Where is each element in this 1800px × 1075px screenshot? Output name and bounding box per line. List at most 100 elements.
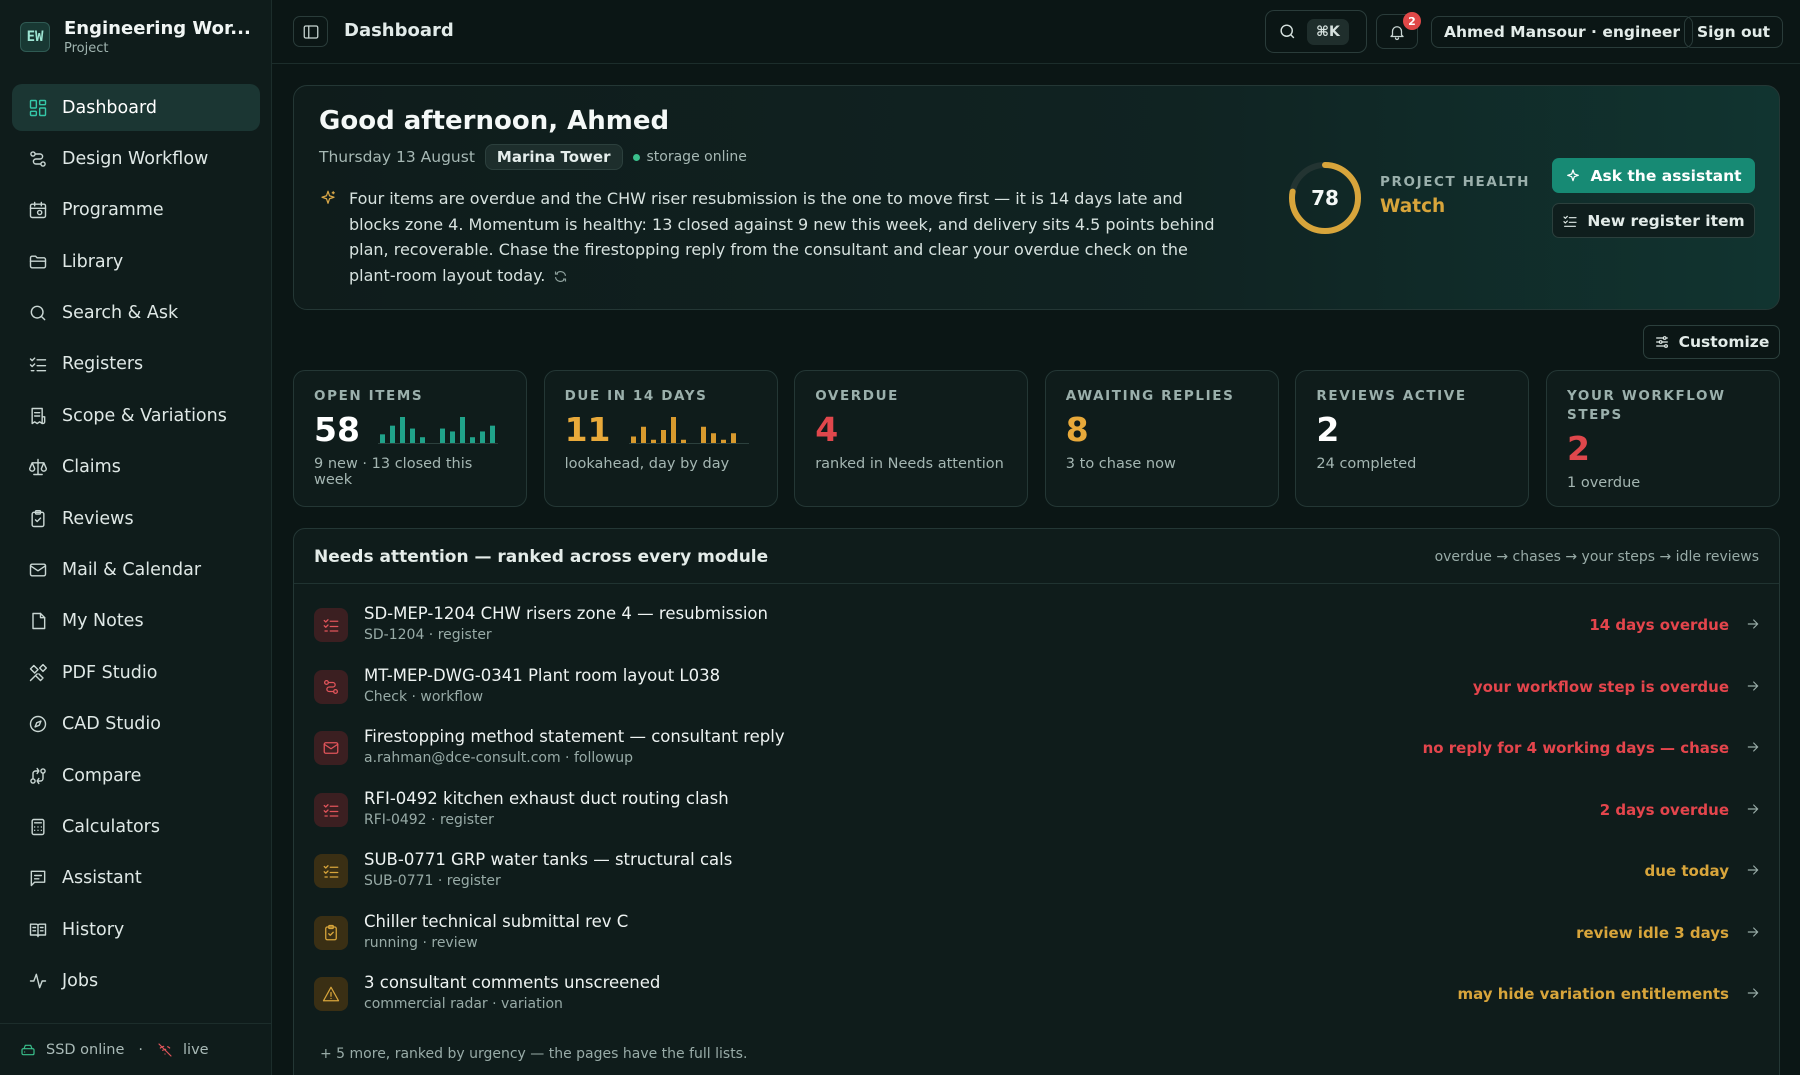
arrow-right-icon[interactable] [1745,924,1761,940]
sign-out-button[interactable]: Sign out [1684,16,1784,48]
sidebar-item-jobs[interactable]: Jobs [12,958,260,1005]
attention-item-status: due today [1644,862,1729,880]
attention-item[interactable]: SD-MEP-1204 CHW risers zone 4 — resubmis… [314,604,1761,666]
kpi-subtext: 1 overdue [1567,475,1641,491]
kpi-value: 4 [815,410,839,449]
ask-assistant-button[interactable]: Ask the assistant [1552,158,1755,193]
kpi-reviews-active[interactable]: REVIEWS ACTIVE 2 24 completed [1295,370,1530,507]
sidebar-item-assistant[interactable]: Assistant [12,855,260,902]
sidebar-item-label: Claims [62,457,121,478]
sidebar-item-design-workflow[interactable]: Design Workflow [12,135,260,182]
arrow-right-icon[interactable] [1745,678,1761,694]
sidebar-item-search-ask[interactable]: Search & Ask [12,290,260,337]
chat-icon [28,868,48,888]
kpi-open-items[interactable]: OPEN ITEMS 58 9 new · 13 closed this wee… [293,370,527,507]
sidebar-nav: Dashboard Design Workflow Programme Libr… [12,84,260,1009]
status-separator: · [138,1041,144,1058]
mail-icon [322,739,340,757]
needs-attention-panel: Needs attention — ranked across every mo… [293,528,1780,1075]
sidebar-item-label: Assistant [62,868,142,889]
kpi-label: YOUR WORKFLOW STEPS [1567,388,1726,423]
online-dot [632,153,640,161]
attention-item[interactable]: MT-MEP-DWG-0341 Plant room layout L038 Ch… [314,666,1761,728]
sidebar-item-pdf-studio[interactable]: PDF Studio [12,649,260,696]
compass-icon [28,714,48,734]
grid-icon [28,98,48,118]
attention-item[interactable]: 3 consultant comments unscreened commerci… [314,973,1761,1035]
command-search-button[interactable]: ⌘K [1265,10,1367,53]
attention-item-status: no reply for 4 working days — chase [1422,739,1729,757]
new-register-item-button[interactable]: New register item [1552,203,1755,238]
customize-button[interactable]: Customize [1643,325,1780,359]
refresh-icon[interactable] [553,269,568,284]
attention-item-meta: SUB-0771 · register [364,873,501,889]
sidebar-item-reviews[interactable]: Reviews [12,495,260,542]
sidebar-item-label: Calculators [62,816,160,837]
live-status: live [183,1041,209,1058]
sidebar-item-label: Search & Ask [62,303,179,324]
sidebar-item-programme[interactable]: Programme [12,187,260,234]
sidebar-item-my-notes[interactable]: My Notes [12,598,260,645]
attention-item-meta: running · review [364,934,478,951]
kpi-value: 8 [1065,410,1089,449]
customize-label: Customize [1678,333,1770,351]
sparkline-bar [650,439,656,443]
attention-item[interactable]: Firestopping method statement — consulta… [314,727,1761,789]
top-bar: Dashboard ⌘K 2 Ahmed Mansour · engineer … [272,0,1800,64]
attention-item[interactable]: SUB-0771 GRP water tanks — structural ca… [314,850,1761,912]
attention-list: SD-MEP-1204 CHW risers zone 4 — resubmis… [314,604,1761,1035]
arrow-right-icon[interactable] [1745,985,1761,1001]
sidebar-item-compare[interactable]: Compare [12,752,260,799]
sidebar-toggle-button[interactable] [293,16,328,47]
kpi-subtext: 9 new · 13 closed this week [314,456,473,488]
storage-online-indicator: storage online [632,149,747,165]
mail-icon [28,560,48,580]
sidebar-item-claims[interactable]: Claims [12,444,260,491]
kpi-awaiting-replies[interactable]: AWAITING REPLIES 8 3 to chase now [1044,370,1279,507]
sidebar-item-scope-variations[interactable]: Scope & Variations [12,392,260,439]
tools-icon [28,663,48,683]
kpi-value: 2 [1567,429,1590,468]
kpi-value: 58 [314,410,360,449]
sidebar-item-label: Library [62,251,124,272]
sidebar-item-library[interactable]: Library [12,238,260,285]
kpi-subtext: 24 completed [1316,456,1417,472]
health-state: Watch [1380,196,1446,217]
user-menu[interactable]: Ahmed Mansour · engineer [1431,16,1693,48]
arrow-right-icon[interactable] [1745,739,1761,755]
sidebar-item-dashboard[interactable]: Dashboard [12,84,260,131]
attention-item[interactable]: Chiller technical submittal rev C running… [314,912,1761,974]
attention-item-meta: commercial radar · variation [364,996,563,1012]
sidebar-item-mail-calendar[interactable]: Mail & Calendar [12,547,260,594]
shortcut-hint: ⌘K [1307,18,1349,45]
kpi-due-14-days[interactable]: DUE IN 14 DAYS 11 lookahead, day by day [543,370,778,507]
sidebar-panel-icon [303,24,318,39]
attention-item-icon-wrap [314,977,348,1011]
calendar-icon [28,200,48,220]
sidebar-item-history[interactable]: History [12,906,260,953]
health-label: PROJECT HEALTH [1380,174,1531,190]
sidebar-item-label: CAD Studio [62,714,161,735]
sparkline-bar [459,417,465,443]
folder-icon [28,252,48,272]
project-tag[interactable]: Marina Tower [484,144,623,170]
attention-item[interactable]: RFI-0492 kitchen exhaust duct routing cl… [314,789,1761,851]
project-switcher[interactable]: EW Engineering Wor... Project [20,18,251,56]
sidebar-item-registers[interactable]: Registers [12,341,260,388]
attention-item-status: 14 days overdue [1589,616,1729,634]
kpi-workflow-steps[interactable]: YOUR WORKFLOW STEPS 2 1 overdue [1546,370,1780,507]
summary-text-wrap: Four items are overdue and the CHW riser… [349,186,1219,288]
sidebar-item-cad-studio[interactable]: CAD Studio [12,701,260,748]
arrow-right-icon[interactable] [1745,801,1761,817]
arrow-right-icon[interactable] [1745,616,1761,632]
attention-item-status: 2 days overdue [1599,800,1729,819]
kpi-label: AWAITING REPLIES [1065,388,1235,404]
kpi-overdue[interactable]: OVERDUE 4 ranked in Needs attention [794,370,1029,507]
arrow-right-icon[interactable] [1745,862,1761,878]
activity-icon [28,971,48,991]
attention-item-meta: a.rahman@dce-consult.com · followup [364,750,634,766]
note-icon [28,611,48,631]
sidebar-item-label: PDF Studio [62,662,158,683]
sliders-icon [1655,336,1668,348]
sidebar-item-calculators[interactable]: Calculators [12,803,260,850]
